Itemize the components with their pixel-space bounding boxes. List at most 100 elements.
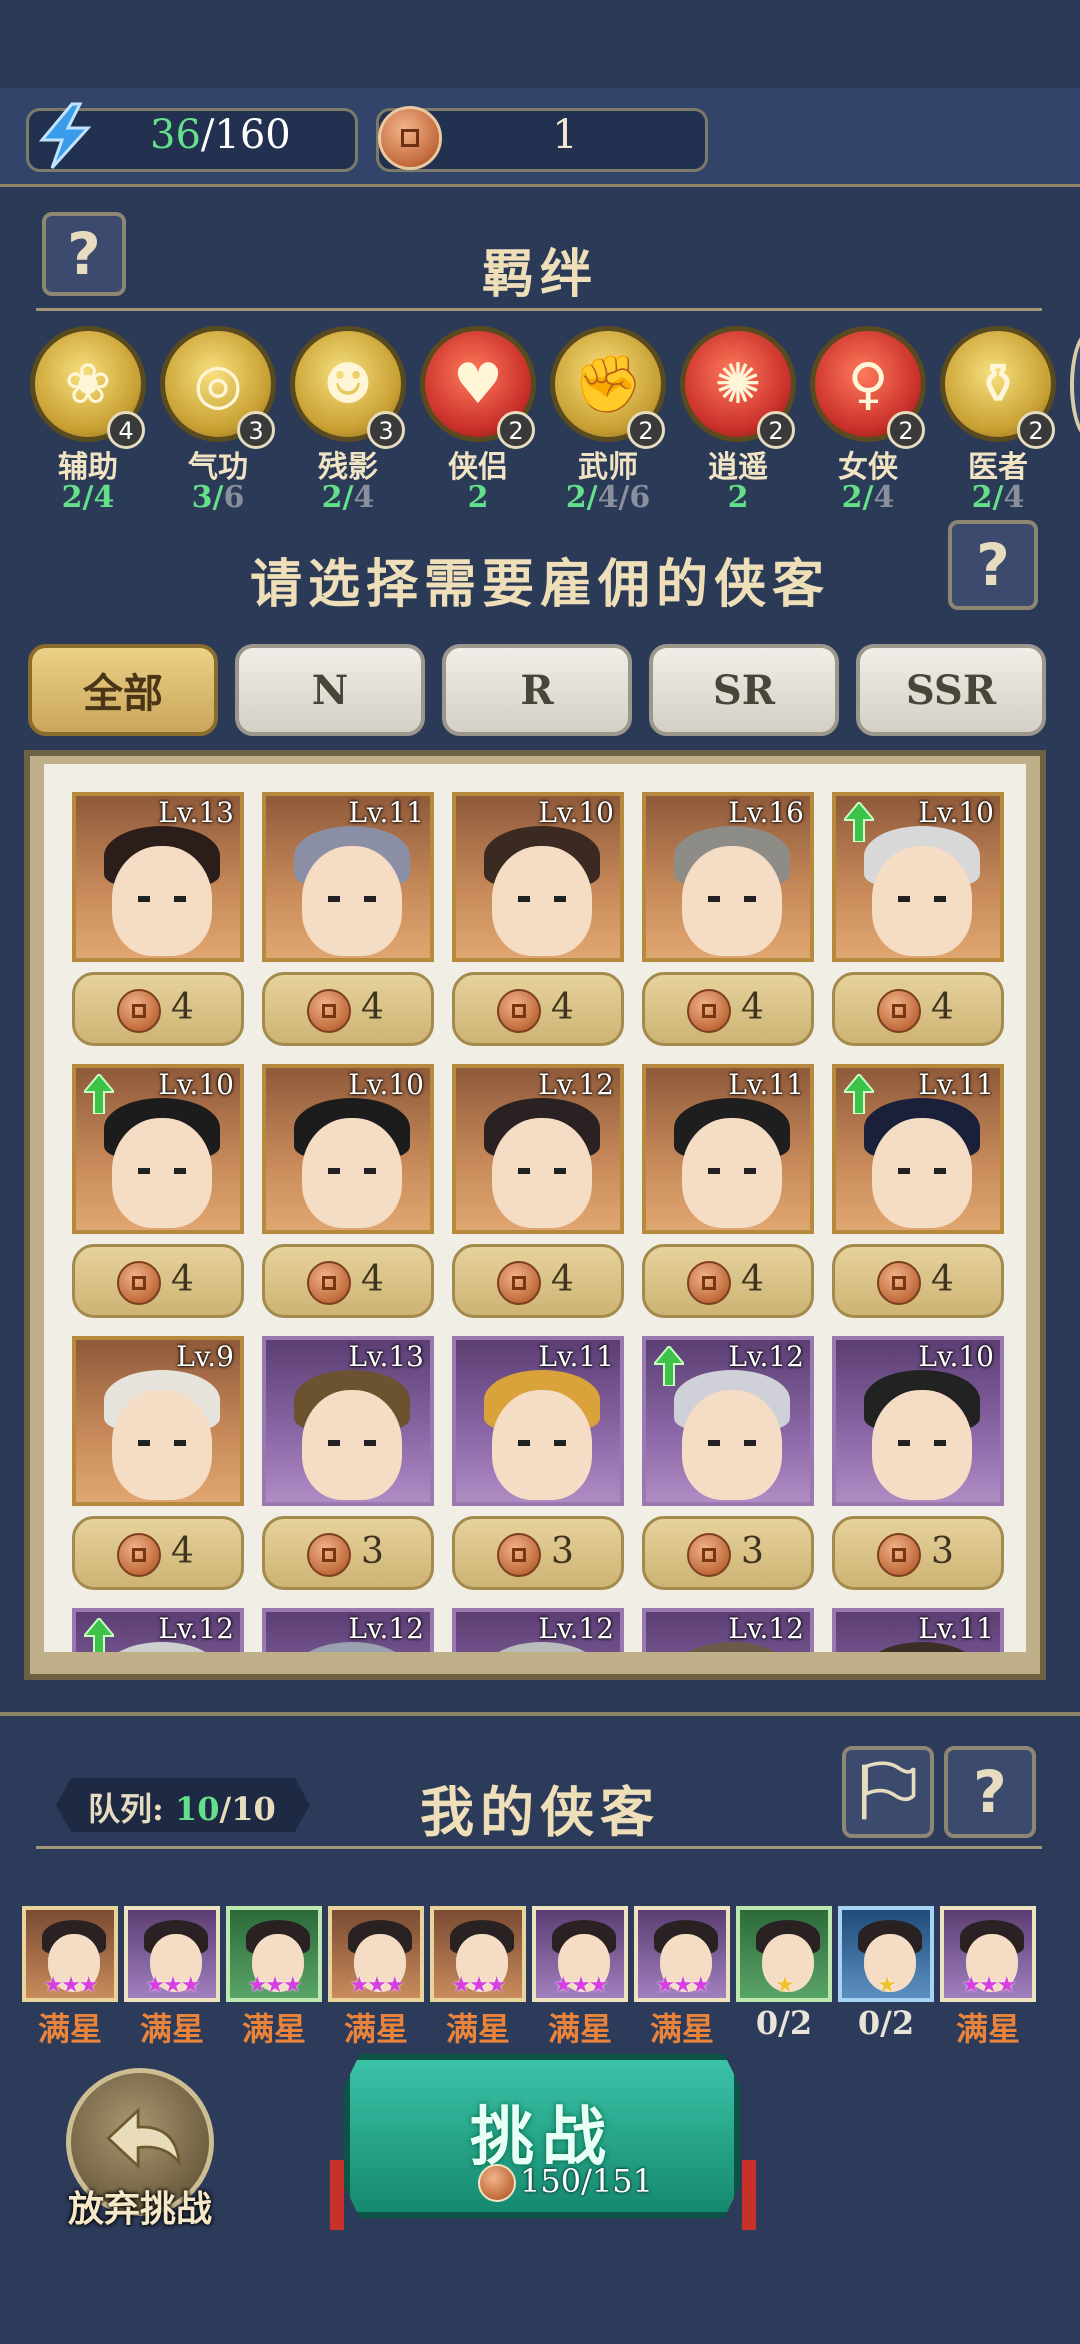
my-hero-card[interactable]: ★★★ [532,1906,628,2002]
hero-card[interactable]: Lv.16 [642,792,814,962]
hire-price-button[interactable]: 4 [452,972,624,1046]
my-hero-card[interactable]: ★ [838,1906,934,2002]
hero-card[interactable]: Lv.12 [262,1608,434,1652]
star-rating: ★★★ [247,1973,302,1998]
my-hero-card[interactable]: ★★★ [940,1906,1036,2002]
bonds-help-button[interactable]: ? [42,212,126,296]
hero-card[interactable]: Lv.11 [642,1064,814,1234]
my-hero-status: 满星 [649,2010,714,2048]
copper-coin-icon [307,1533,351,1577]
hire-price-button[interactable]: 4 [832,1244,1004,1318]
upgrade-arrow-icon [84,1618,114,1652]
tassel-left [330,2160,344,2230]
hero-eye [138,1440,150,1446]
copper-coin-icon [117,1533,161,1577]
hire-price: 4 [931,987,954,1028]
hero-card[interactable]: Lv.11 [452,1336,624,1506]
bond-item[interactable]: ✊ 2 武师 2/4/6 [550,326,666,526]
hero-card[interactable]: Lv.12 [452,1064,624,1234]
bond-item[interactable]: ☻ 3 残影 2/4 [290,326,406,526]
hero-card[interactable]: Lv.10 [72,1064,244,1234]
hero-level: Lv.11 [538,1340,614,1373]
hire-price-button[interactable]: 4 [262,972,434,1046]
hero-card[interactable]: Lv.13 [72,792,244,962]
tab-all[interactable]: 全部 [28,644,218,736]
bond-item[interactable]: ❀ 4 辅助 2/4 [30,326,146,526]
hire-price-button[interactable]: 3 [262,1516,434,1590]
my-heroes-title: 我的侠客 [420,1780,660,1844]
hero-card[interactable]: Lv.11 [832,1608,1004,1652]
tab-r[interactable]: R [442,644,632,736]
hero-card[interactable]: Lv.12 [642,1608,814,1652]
my-hero-card[interactable]: ★★★ [124,1906,220,2002]
hire-price-button[interactable]: 4 [72,1516,244,1590]
hire-price: 4 [171,1259,194,1300]
hero-card[interactable]: Lv.12 [642,1336,814,1506]
hero-level: Lv.13 [158,796,234,829]
bond-item[interactable]: ⚱ 2 医者 2/4 [940,326,1056,526]
hero-level: Lv.16 [728,796,804,829]
bond-item[interactable]: ✺ 2 逍遥 2 [680,326,796,526]
hire-price-button[interactable]: 3 [452,1516,624,1590]
bond-icon: ♀ 2 [810,326,926,449]
hero-grid: Lv.13 4 Lv.11 4 Lv.10 4 Lv.16 4 Lv.10 4 Lv.10 4 Lv.1… [44,764,1026,1652]
hire-help-button[interactable]: ? [948,520,1038,610]
hero-eye [744,1168,756,1174]
flag-button[interactable] [842,1746,934,1838]
hire-price: 4 [171,987,194,1028]
hero-card[interactable]: Lv.12 [72,1608,244,1652]
tab-n[interactable]: N [235,644,425,736]
hero-eye [364,1168,376,1174]
hero-eye [328,896,340,902]
my-hero-card[interactable]: ★★★ [430,1906,526,2002]
hire-price-button[interactable]: 4 [72,1244,244,1318]
hero-level: Lv.12 [348,1612,424,1645]
hero-card[interactable]: Lv.10 [452,792,624,962]
hero-portrait [872,1118,972,1228]
hire-price-button[interactable]: 3 [832,1516,1004,1590]
hero-eye [934,1168,946,1174]
hero-eye [744,1440,756,1446]
hire-price-button[interactable]: 4 [642,1244,814,1318]
hero-card[interactable]: Lv.9 [72,1336,244,1506]
hero-card[interactable]: Lv.10 [832,1336,1004,1506]
tassel-right [742,2160,756,2230]
hire-price-button[interactable]: 4 [262,1244,434,1318]
hire-price: 4 [361,1259,384,1300]
hire-price-button[interactable]: 4 [452,1244,624,1318]
hero-card[interactable]: Lv.13 [262,1336,434,1506]
flag-icon [861,1761,916,1820]
bond-item[interactable]: ◎ 3 气功 3/6 [160,326,276,526]
my-hero-card[interactable]: ★★★ [634,1906,730,2002]
bond-icon: ☻ 3 [290,326,406,449]
hire-price-button[interactable]: 3 [642,1516,814,1590]
bond-glyph: ❀ [64,351,112,417]
bond-progress: 2/4 [321,480,375,515]
bond-icon: ♥ 2 [420,326,536,449]
bond-item[interactable]: ♥ 2 侠侣 2 [420,326,536,526]
my-hero-card[interactable]: ★ [736,1906,832,2002]
hero-card[interactable]: Lv.11 [262,792,434,962]
copper-coin-icon [497,989,541,1033]
star-rating: ★★★ [961,1973,1016,1998]
tab-ssr[interactable]: SSR [856,644,1046,736]
tab-sr[interactable]: SR [649,644,839,736]
hire-price-button[interactable]: 4 [642,972,814,1046]
bonds-title: 羁绊 [481,244,598,305]
hero-card[interactable]: Lv.10 [262,1064,434,1234]
my-hero-card[interactable]: ★★★ [328,1906,424,2002]
my-hero-status: 满星 [343,2010,408,2048]
my-hero-card[interactable]: ★★★ [226,1906,322,2002]
hire-price-button[interactable]: 4 [72,972,244,1046]
my-heroes-help-button[interactable]: ? [944,1746,1036,1838]
hero-eye [898,1440,910,1446]
my-hero-card[interactable]: ★★★ [22,1906,118,2002]
hero-card[interactable]: Lv.12 [452,1608,624,1652]
hero-portrait [872,846,972,956]
hero-card[interactable]: Lv.11 [832,1064,1004,1234]
bond-item[interactable]: ♀ 2 女侠 2/4 [810,326,926,526]
hero-card[interactable]: Lv.10 [832,792,1004,962]
bond-item-partial[interactable] [1070,330,1080,440]
hire-price-button[interactable]: 4 [832,972,1004,1046]
bond-glyph: ☻ [322,351,374,417]
